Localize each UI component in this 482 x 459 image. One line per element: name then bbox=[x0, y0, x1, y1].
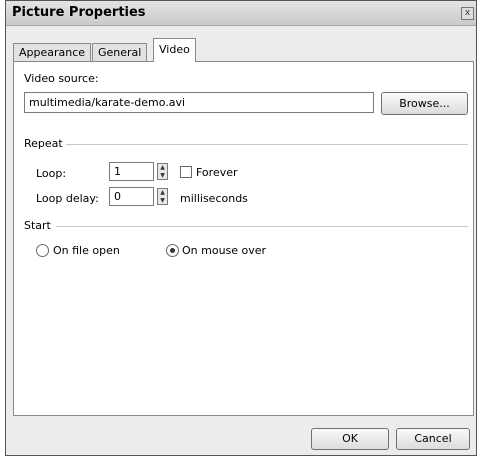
picture-properties-dialog: Picture Properties x Appearance General … bbox=[5, 0, 477, 456]
video-source-input[interactable]: multimedia/karate-demo.avi bbox=[24, 92, 374, 113]
loop-delay-input[interactable]: 0 bbox=[109, 187, 154, 206]
repeat-group-divider bbox=[66, 144, 468, 145]
forever-label: Forever bbox=[196, 166, 238, 179]
on-file-open-label: On file open bbox=[53, 244, 120, 257]
forever-checkbox[interactable] bbox=[180, 166, 192, 178]
cancel-button[interactable]: Cancel bbox=[396, 428, 470, 450]
spinner-up-icon[interactable]: ▲ bbox=[158, 164, 167, 171]
on-mouse-over-radio[interactable] bbox=[166, 244, 179, 257]
on-file-open-radio[interactable] bbox=[36, 244, 49, 257]
spinner-up-icon[interactable]: ▲ bbox=[158, 189, 167, 196]
loop-delay-unit: milliseconds bbox=[180, 192, 248, 205]
spinner-down-icon[interactable]: ▼ bbox=[158, 197, 167, 204]
repeat-group-label: Repeat bbox=[24, 137, 63, 150]
on-mouse-over-label: On mouse over bbox=[182, 244, 267, 257]
close-icon[interactable]: x bbox=[461, 7, 474, 20]
loop-count-spinner[interactable]: ▲ ▼ bbox=[157, 163, 168, 180]
ok-button[interactable]: OK bbox=[311, 428, 389, 450]
spinner-down-icon[interactable]: ▼ bbox=[158, 172, 167, 179]
start-group-divider bbox=[56, 226, 468, 227]
tab-video[interactable]: Video bbox=[153, 38, 196, 62]
browse-button[interactable]: Browse... bbox=[381, 92, 468, 115]
radio-selected-dot bbox=[170, 248, 175, 253]
loop-count-input[interactable]: 1 bbox=[109, 162, 154, 181]
loop-label: Loop: bbox=[36, 167, 67, 180]
title-bar[interactable]: Picture Properties x bbox=[6, 1, 476, 26]
tab-general[interactable]: General bbox=[92, 43, 148, 62]
loop-delay-label: Loop delay: bbox=[36, 192, 99, 205]
video-source-label: Video source: bbox=[24, 72, 99, 85]
dialog-title: Picture Properties bbox=[12, 5, 146, 20]
video-tab-panel: Video source: multimedia/karate-demo.avi… bbox=[13, 61, 474, 416]
loop-delay-spinner[interactable]: ▲ ▼ bbox=[157, 188, 168, 205]
tab-appearance[interactable]: Appearance bbox=[13, 43, 92, 62]
start-group-label: Start bbox=[24, 219, 51, 232]
